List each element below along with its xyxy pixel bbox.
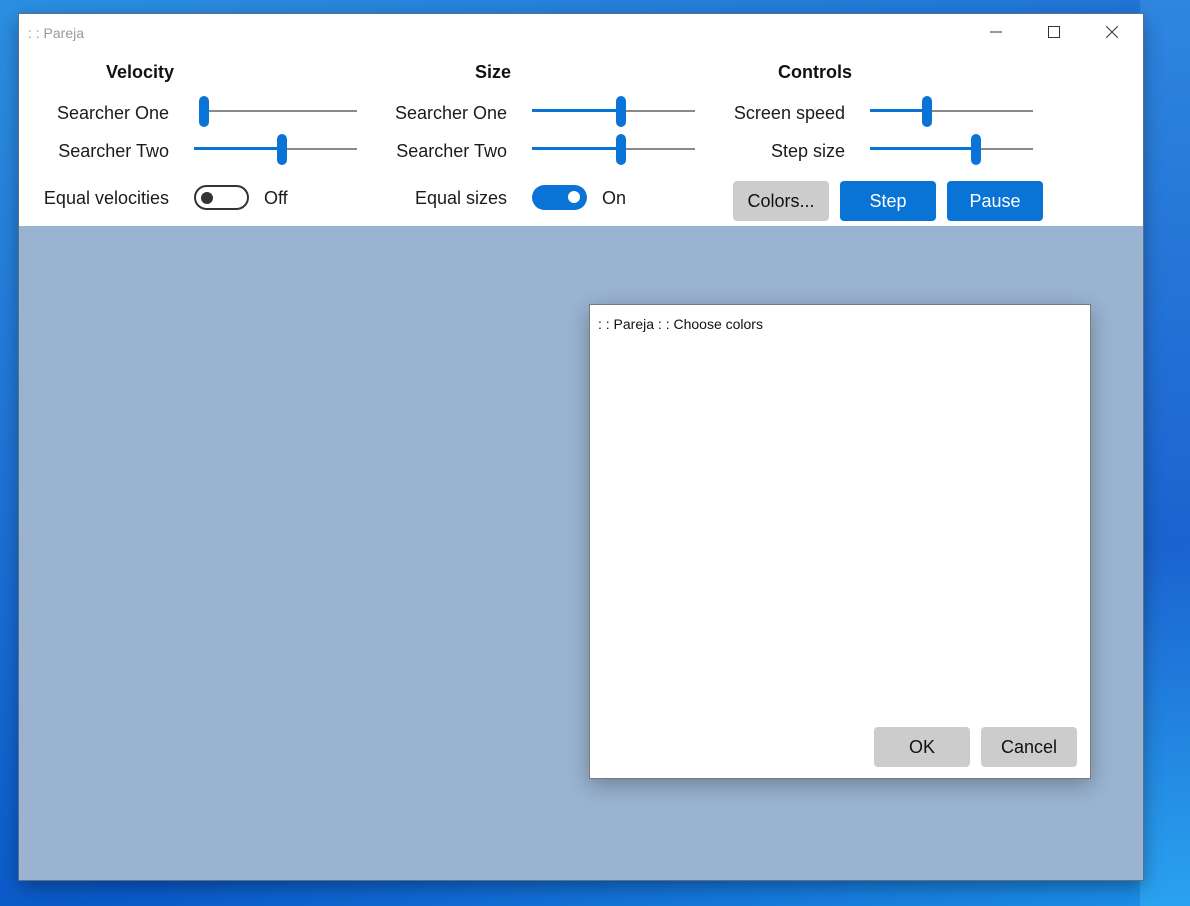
dialog-title: : : Pareja : : Choose colors xyxy=(598,316,763,332)
equal-sizes-label: Equal sizes xyxy=(414,188,507,208)
close-icon xyxy=(1106,26,1118,38)
slider-thumb[interactable] xyxy=(199,96,209,127)
slider-thumb[interactable] xyxy=(922,96,933,127)
size-searcher-one-label: Searcher One xyxy=(394,103,507,123)
step-size-label: Step size xyxy=(770,141,845,161)
equal-velocities-state: Off xyxy=(264,188,288,208)
velocity-searcher-one-slider[interactable] xyxy=(199,96,357,127)
maximize-button[interactable] xyxy=(1025,14,1083,50)
equal-sizes-toggle[interactable] xyxy=(532,185,587,210)
ok-button[interactable]: OK xyxy=(874,727,970,767)
equal-velocities-toggle[interactable] xyxy=(194,185,249,210)
velocity-searcher-two-slider[interactable] xyxy=(194,134,357,165)
velocity-heading: Velocity xyxy=(106,62,175,82)
controls-heading: Controls xyxy=(778,62,852,82)
equal-sizes-state: On xyxy=(602,188,627,208)
slider-thumb[interactable] xyxy=(970,134,981,165)
choose-colors-dialog: : : Pareja : : Choose colors OK Cancel xyxy=(589,304,1091,779)
size-searcher-two-label: Searcher Two xyxy=(396,141,507,161)
velocity-searcher-two-label: Searcher Two xyxy=(58,141,169,161)
minimize-button[interactable] xyxy=(967,14,1025,50)
screen-speed-label: Screen speed xyxy=(733,103,845,123)
minimize-icon xyxy=(990,31,1002,33)
velocity-searcher-one-label: Searcher One xyxy=(56,103,169,123)
size-searcher-two-slider[interactable] xyxy=(532,134,695,165)
colors-button[interactable]: Colors... xyxy=(733,181,829,221)
slider-thumb[interactable] xyxy=(616,96,627,127)
size-searcher-one-slider[interactable] xyxy=(532,96,695,127)
slider-thumb[interactable] xyxy=(616,134,627,165)
maximize-icon xyxy=(1048,26,1060,38)
equal-velocities-label: Equal velocities xyxy=(43,188,169,208)
size-heading: Size xyxy=(475,62,512,82)
step-button[interactable]: Step xyxy=(840,181,936,221)
step-size-slider[interactable] xyxy=(870,134,1033,165)
desktop-background xyxy=(1140,0,1190,906)
pause-button[interactable]: Pause xyxy=(947,181,1043,221)
cancel-button[interactable]: Cancel xyxy=(981,727,1077,767)
close-button[interactable] xyxy=(1083,14,1141,50)
control-panel: Velocity Searcher One Searcher Two Equal… xyxy=(19,50,1143,226)
screen-speed-slider[interactable] xyxy=(870,96,1033,127)
title-bar[interactable]: : : Pareja xyxy=(19,14,1143,50)
slider-thumb[interactable] xyxy=(276,134,287,165)
window-title: : : Pareja xyxy=(28,25,85,41)
